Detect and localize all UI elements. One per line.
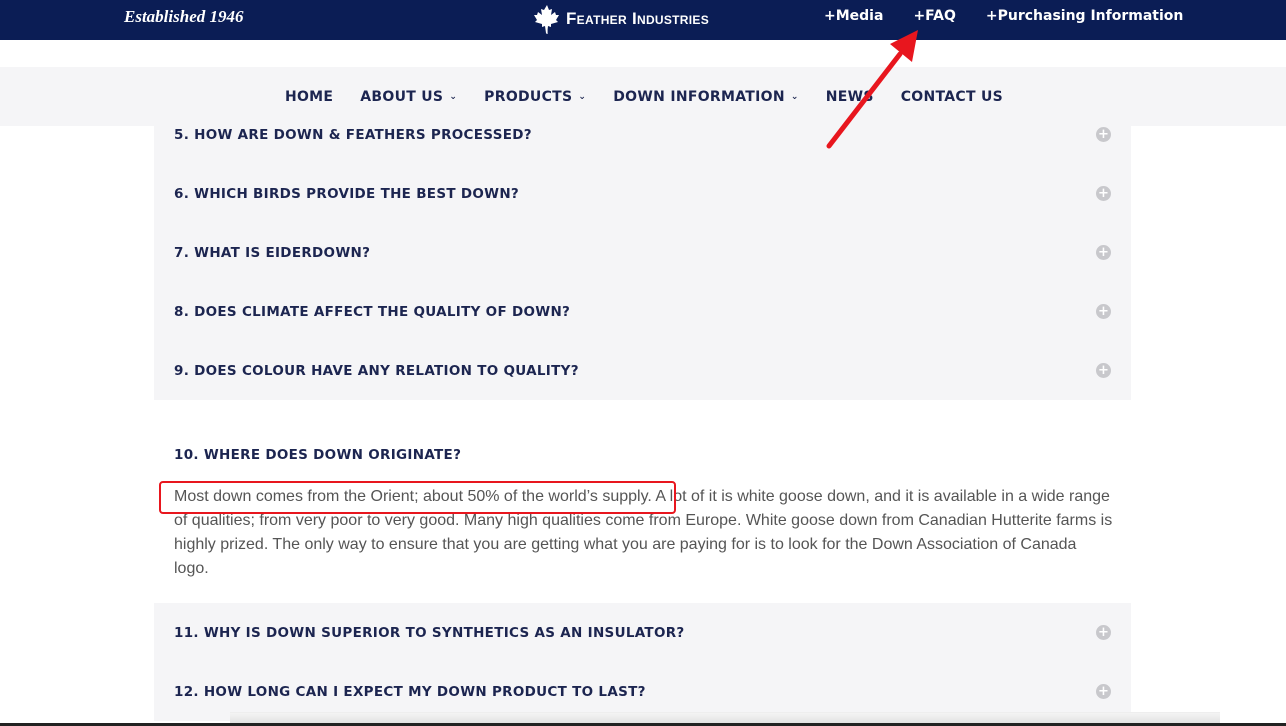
plus-circle-icon[interactable]: + — [1096, 127, 1111, 142]
faq-question: 5. HOW ARE DOWN & FEATHERS PROCESSED? — [174, 126, 532, 143]
nav-label: CONTACT US — [900, 88, 1004, 105]
faq-accordion-group: 5. HOW ARE DOWN & FEATHERS PROCESSED? + 6… — [154, 105, 1131, 400]
nav-products[interactable]: PRODUCTS ⌄ — [484, 89, 586, 105]
faq-item-open: 10. WHERE DOES DOWN ORIGINATE? Most down… — [174, 447, 1114, 581]
faq-question: 11. WHY IS DOWN SUPERIOR TO SYNTHETICS A… — [174, 624, 685, 641]
faq-item[interactable]: 11. WHY IS DOWN SUPERIOR TO SYNTHETICS A… — [154, 603, 1131, 662]
top-link-faq[interactable]: +FAQ — [913, 8, 955, 24]
faq-item[interactable]: 9. DOES COLOUR HAVE ANY RELATION TO QUAL… — [154, 341, 1131, 400]
plus-circle-icon[interactable]: + — [1096, 245, 1111, 260]
top-bar: Established 1946 Feather Industries +Med… — [0, 0, 1286, 40]
chevron-down-icon: ⌄ — [790, 91, 799, 102]
nav-about-us[interactable]: ABOUT US ⌄ — [360, 89, 457, 105]
nav-label: HOME — [284, 88, 334, 105]
plus-circle-icon[interactable]: + — [1096, 625, 1111, 640]
plus-circle-icon[interactable]: + — [1096, 304, 1111, 319]
chevron-down-icon: ⌄ — [449, 91, 458, 102]
faq-question: 9. DOES COLOUR HAVE ANY RELATION TO QUAL… — [174, 362, 579, 379]
nav-contact-us[interactable]: CONTACT US — [901, 89, 1003, 105]
nav-label: DOWN INFORMATION — [613, 88, 785, 105]
maple-leaf-icon — [534, 5, 559, 34]
faq-question: 12. HOW LONG CAN I EXPECT MY DOWN PRODUC… — [174, 683, 646, 700]
top-link-media[interactable]: +Media — [824, 8, 883, 24]
chevron-down-icon: ⌄ — [578, 91, 587, 102]
faq-question: 6. WHICH BIRDS PROVIDE THE BEST DOWN? — [174, 185, 520, 202]
faq-question: 8. DOES CLIMATE AFFECT THE QUALITY OF DO… — [174, 303, 571, 320]
faq-question: 7. WHAT IS EIDERDOWN? — [174, 244, 371, 261]
faq-accordion-group: 11. WHY IS DOWN SUPERIOR TO SYNTHETICS A… — [154, 603, 1131, 721]
top-link-purchasing[interactable]: +Purchasing Information — [986, 8, 1183, 24]
nav-label: PRODUCTS — [484, 88, 573, 105]
plus-circle-icon[interactable]: + — [1096, 684, 1111, 699]
nav-down-information[interactable]: DOWN INFORMATION ⌄ — [613, 89, 798, 105]
nav-label: NEWS — [825, 88, 874, 105]
established-tagline: Established 1946 — [124, 7, 244, 26]
faq-item[interactable]: 8. DOES CLIMATE AFFECT THE QUALITY OF DO… — [154, 282, 1131, 341]
nav-news[interactable]: NEWS — [826, 89, 874, 105]
main-nav: HOME ABOUT US ⌄ PRODUCTS ⌄ DOWN INFORMATIO… — [0, 67, 1286, 126]
annotation-highlight-box — [159, 481, 676, 514]
faq-item[interactable]: 7. WHAT IS EIDERDOWN? + — [154, 223, 1131, 282]
brand-name: Feather Industries — [566, 9, 710, 28]
faq-item[interactable]: 6. WHICH BIRDS PROVIDE THE BEST DOWN? + — [154, 164, 1131, 223]
plus-circle-icon[interactable]: + — [1096, 186, 1111, 201]
plus-circle-icon[interactable]: + — [1096, 363, 1111, 378]
faq-question[interactable]: 10. WHERE DOES DOWN ORIGINATE? — [174, 447, 1114, 463]
nav-home[interactable]: HOME — [285, 89, 333, 105]
brand-logo[interactable]: Feather Industries — [534, 4, 709, 34]
nav-label: ABOUT US — [360, 88, 444, 105]
